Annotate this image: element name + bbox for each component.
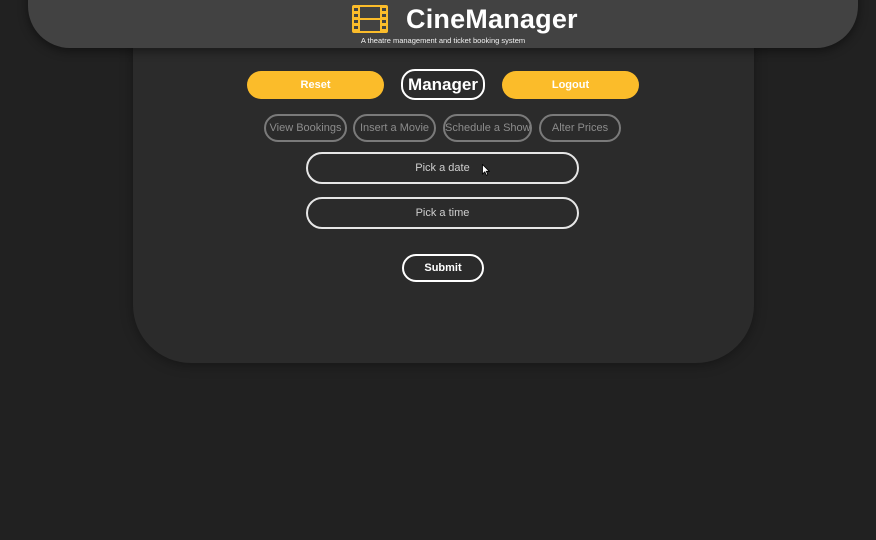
reset-button[interactable]: Reset xyxy=(247,71,384,99)
role-badge: Manager xyxy=(401,69,485,100)
app-subtitle: A theatre management and ticket booking … xyxy=(360,36,526,45)
brand: CineManager xyxy=(351,3,578,35)
logout-button[interactable]: Logout xyxy=(502,71,639,99)
app-title: CineManager xyxy=(406,4,578,34)
mouse-cursor-icon xyxy=(482,164,490,176)
app-header: CineManager A theatre management and tic… xyxy=(28,0,858,48)
tab-alter-prices[interactable]: Alter Prices xyxy=(539,114,621,142)
time-picker-field[interactable]: Pick a time xyxy=(306,197,579,229)
tab-insert-movie[interactable]: Insert a Movie xyxy=(353,114,436,142)
tab-view-bookings[interactable]: View Bookings xyxy=(264,114,347,142)
tab-schedule-show[interactable]: Schedule a Show xyxy=(443,114,532,142)
film-strip-icon xyxy=(352,5,388,33)
submit-button[interactable]: Submit xyxy=(402,254,484,282)
date-picker-field[interactable]: Pick a date xyxy=(306,152,579,184)
